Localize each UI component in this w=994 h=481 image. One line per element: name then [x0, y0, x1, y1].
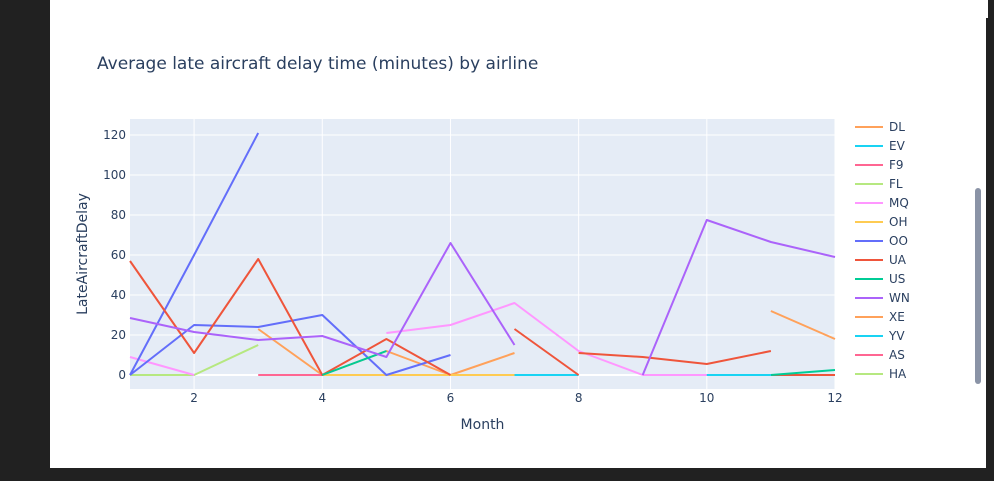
legend-item-xe[interactable]: XE [855, 310, 905, 324]
legend-label: UA [889, 253, 907, 267]
x-tick-label: 10 [699, 391, 714, 405]
x-tick-label: 8 [575, 391, 583, 405]
legend-label: YV [888, 329, 905, 343]
y-tick-label: 120 [103, 128, 126, 142]
legend: DL EV F9 FL MQ OH OO UA US WN XE YV AS HA [855, 120, 910, 381]
legend-item-f9[interactable]: F9 [855, 158, 904, 172]
line-chart: Average late aircraft delay time (minute… [75, 54, 910, 433]
x-tick-label: 2 [190, 391, 198, 405]
x-tick-label: 6 [447, 391, 455, 405]
y-tick-label: 0 [118, 368, 126, 382]
legend-item-ev[interactable]: EV [855, 139, 906, 153]
legend-label: EV [889, 139, 906, 153]
legend-item-ua[interactable]: UA [855, 253, 907, 267]
legend-item-mq[interactable]: MQ [855, 196, 909, 210]
legend-item-us[interactable]: US [855, 272, 905, 286]
plot-area [130, 119, 835, 389]
legend-label: FL [889, 177, 903, 191]
legend-item-as[interactable]: AS [855, 348, 905, 362]
legend-label: F9 [889, 158, 904, 172]
legend-item-ha[interactable]: HA [855, 367, 907, 381]
x-tick-label: 4 [318, 391, 326, 405]
legend-label: HA [889, 367, 907, 381]
legend-label: XE [889, 310, 905, 324]
chart-title: Average late aircraft delay time (minute… [97, 54, 538, 74]
legend-item-fl[interactable]: FL [855, 177, 903, 191]
legend-item-yv[interactable]: YV [855, 329, 905, 343]
legend-label: US [889, 272, 905, 286]
legend-item-oo[interactable]: OO [855, 234, 908, 248]
y-axis-label: LateAircraftDelay [75, 193, 91, 315]
y-axis-ticks: 0 20 40 60 80 100 120 [103, 128, 126, 382]
x-tick-label: 12 [827, 391, 842, 405]
y-tick-label: 100 [103, 168, 126, 182]
legend-label: WN [889, 291, 910, 305]
legend-label: OO [889, 234, 908, 248]
legend-label: DL [889, 120, 905, 134]
y-tick-label: 60 [111, 248, 126, 262]
x-axis-label: Month [461, 417, 505, 433]
y-tick-label: 20 [111, 328, 126, 342]
legend-label: AS [889, 348, 905, 362]
y-tick-label: 40 [111, 288, 126, 302]
legend-label: MQ [889, 196, 909, 210]
x-axis-ticks: 2 4 6 8 10 12 [190, 391, 842, 405]
y-tick-label: 80 [111, 208, 126, 222]
legend-item-wn[interactable]: WN [855, 291, 910, 305]
legend-label: OH [889, 215, 907, 229]
legend-item-oh[interactable]: OH [855, 215, 907, 229]
legend-item-dl[interactable]: DL [855, 120, 905, 134]
